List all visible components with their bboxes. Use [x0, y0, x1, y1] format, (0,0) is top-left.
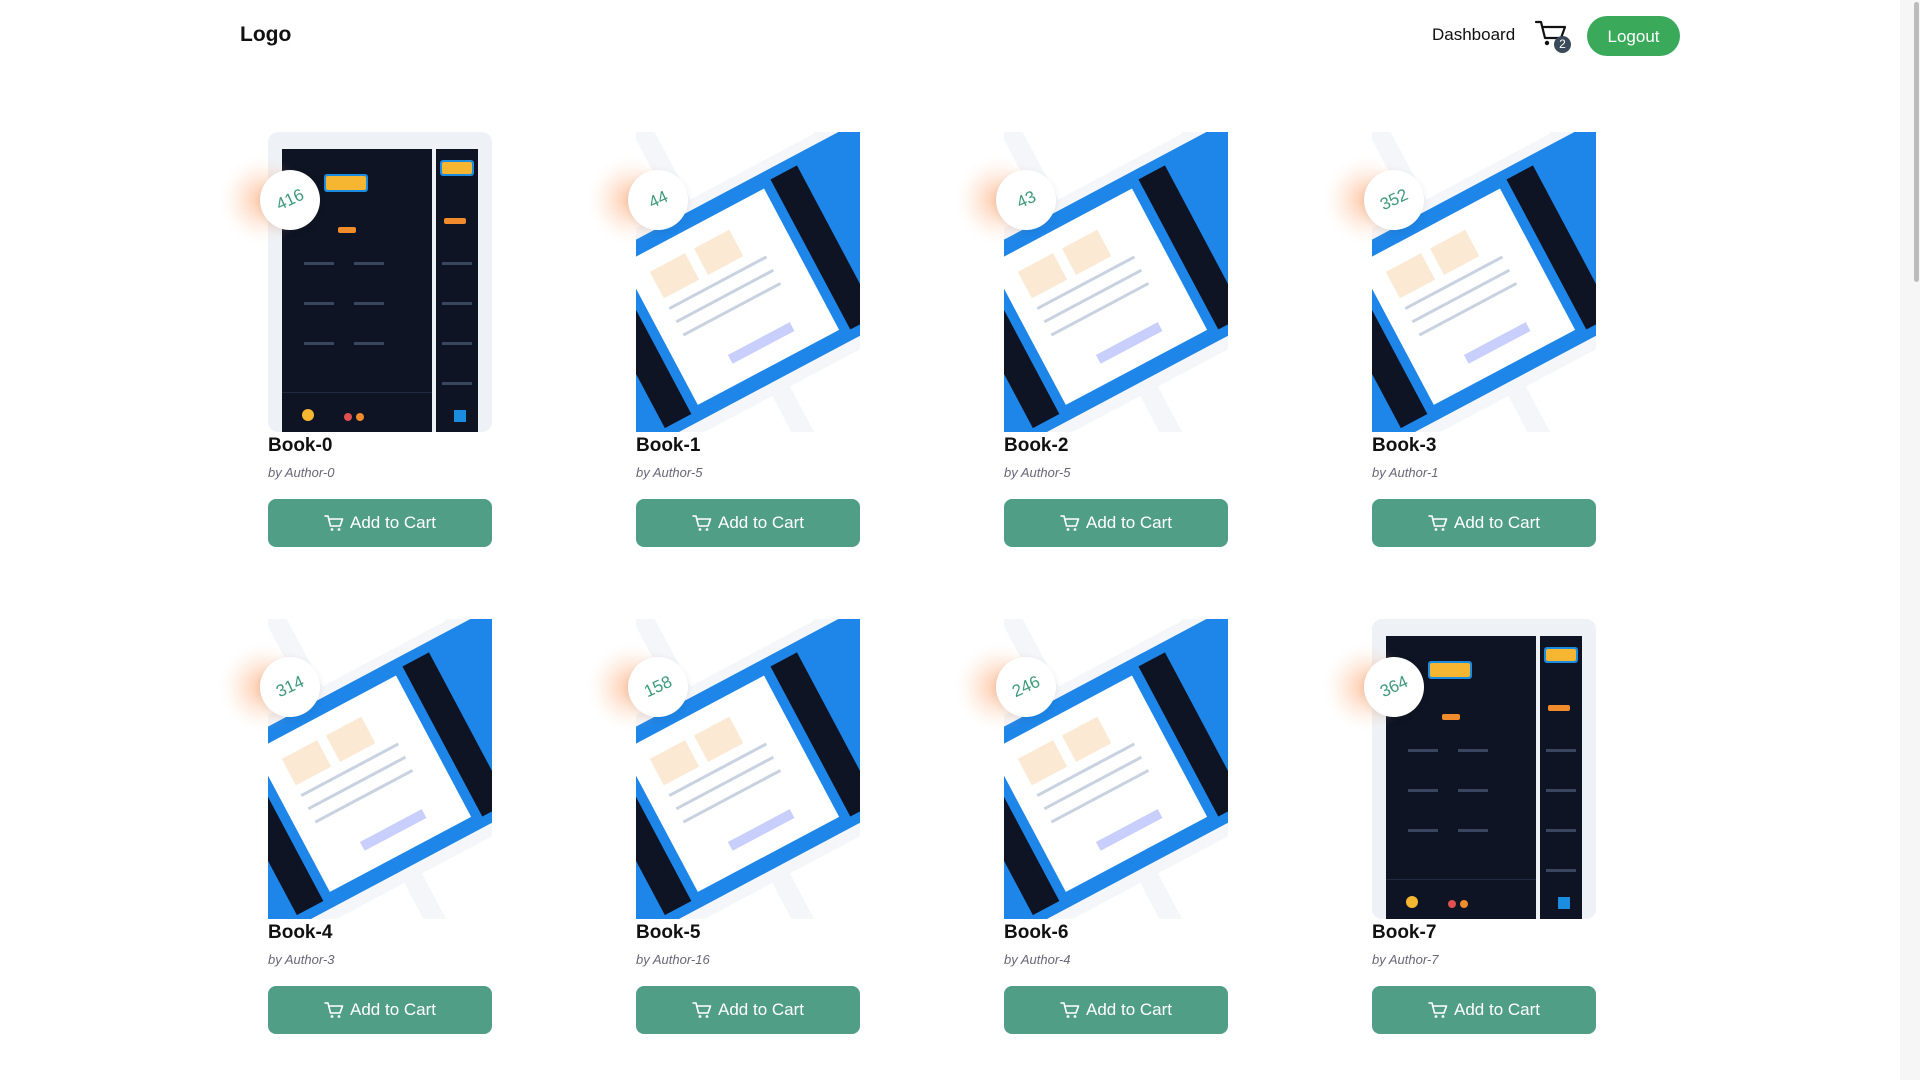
cart-button[interactable]: 2	[1534, 18, 1574, 56]
book-title: Book-1	[636, 435, 701, 456]
book-author: by Author-3	[268, 952, 335, 967]
price-text: 44	[645, 186, 671, 213]
book-title: Book-6	[1004, 922, 1069, 943]
add-to-cart-label: Add to Cart	[1454, 513, 1540, 532]
price-badge: 246	[996, 657, 1056, 717]
book-title: Book-2	[1004, 435, 1069, 456]
cart-icon	[1428, 515, 1448, 531]
book-title: Book-5	[636, 922, 701, 943]
cart-icon	[1060, 515, 1080, 531]
book-card: 246 Book-6 by Author-4 Add to Cart	[960, 619, 1228, 1039]
book-card: 44 Book-1 by Author-5 Add to Cart	[592, 132, 860, 552]
book-title: Book-3	[1372, 435, 1437, 456]
cart-icon	[692, 515, 712, 531]
logout-button[interactable]: Logout	[1587, 16, 1680, 56]
book-author: by Author-5	[636, 465, 703, 480]
scrollbar-thumb[interactable]	[1914, 2, 1919, 282]
book-author: by Author-4	[1004, 952, 1071, 967]
price-text: 246	[1008, 671, 1043, 702]
price-badge: 416	[260, 170, 320, 230]
price-text: 364	[1376, 671, 1411, 702]
book-author: by Author-5	[1004, 465, 1071, 480]
book-card: 43 Book-2 by Author-5 Add to Cart	[960, 132, 1228, 552]
book-author: by Author-7	[1372, 952, 1439, 967]
add-to-cart-label: Add to Cart	[350, 513, 436, 532]
price-badge: 158	[628, 657, 688, 717]
add-to-cart-button[interactable]: Add to Cart	[1004, 499, 1228, 547]
cart-icon	[1060, 1002, 1080, 1018]
add-to-cart-label: Add to Cart	[1086, 1000, 1172, 1019]
book-card: 158 Book-5 by Author-16 Add to Cart	[592, 619, 860, 1039]
logo[interactable]: Logo	[240, 23, 291, 47]
price-text: 416	[272, 184, 307, 215]
book-card: 416 Book-0 by Author-0 Add to Cart	[224, 132, 492, 552]
add-to-cart-label: Add to Cart	[718, 1000, 804, 1019]
dashboard-link[interactable]: Dashboard	[1432, 25, 1515, 45]
top-navigation-bar: Logo Dashboard 2 Logout	[0, 0, 1900, 72]
price-text: 43	[1013, 186, 1039, 213]
add-to-cart-label: Add to Cart	[1086, 513, 1172, 532]
price-badge: 314	[260, 657, 320, 717]
add-to-cart-button[interactable]: Add to Cart	[1372, 986, 1596, 1034]
add-to-cart-label: Add to Cart	[1454, 1000, 1540, 1019]
book-author: by Author-16	[636, 952, 710, 967]
book-author: by Author-1	[1372, 465, 1439, 480]
add-to-cart-button[interactable]: Add to Cart	[268, 499, 492, 547]
add-to-cart-label: Add to Cart	[350, 1000, 436, 1019]
cart-icon	[324, 1002, 344, 1018]
add-to-cart-button[interactable]: Add to Cart	[268, 986, 492, 1034]
price-badge: 364	[1364, 657, 1424, 717]
book-title: Book-4	[268, 922, 333, 943]
cart-icon	[1428, 1002, 1448, 1018]
add-to-cart-button[interactable]: Add to Cart	[1004, 986, 1228, 1034]
add-to-cart-button[interactable]: Add to Cart	[636, 499, 860, 547]
book-card: 364 Book-7 by Author-7 Add to Cart	[1328, 619, 1596, 1039]
price-text: 314	[272, 671, 307, 702]
price-badge: 352	[1364, 170, 1424, 230]
add-to-cart-button[interactable]: Add to Cart	[636, 986, 860, 1034]
book-author: by Author-0	[268, 465, 335, 480]
book-title: Book-0	[268, 435, 333, 456]
book-card: 352 Book-3 by Author-1 Add to Cart	[1328, 132, 1596, 552]
add-to-cart-button[interactable]: Add to Cart	[1372, 499, 1596, 547]
cart-count-badge: 2	[1554, 36, 1571, 53]
cart-icon	[692, 1002, 712, 1018]
add-to-cart-label: Add to Cart	[718, 513, 804, 532]
cart-icon	[324, 515, 344, 531]
price-text: 158	[640, 671, 675, 702]
price-text: 352	[1376, 184, 1411, 215]
book-card: 314 Book-4 by Author-3 Add to Cart	[224, 619, 492, 1039]
book-title: Book-7	[1372, 922, 1437, 943]
price-badge: 43	[996, 170, 1056, 230]
price-badge: 44	[628, 170, 688, 230]
